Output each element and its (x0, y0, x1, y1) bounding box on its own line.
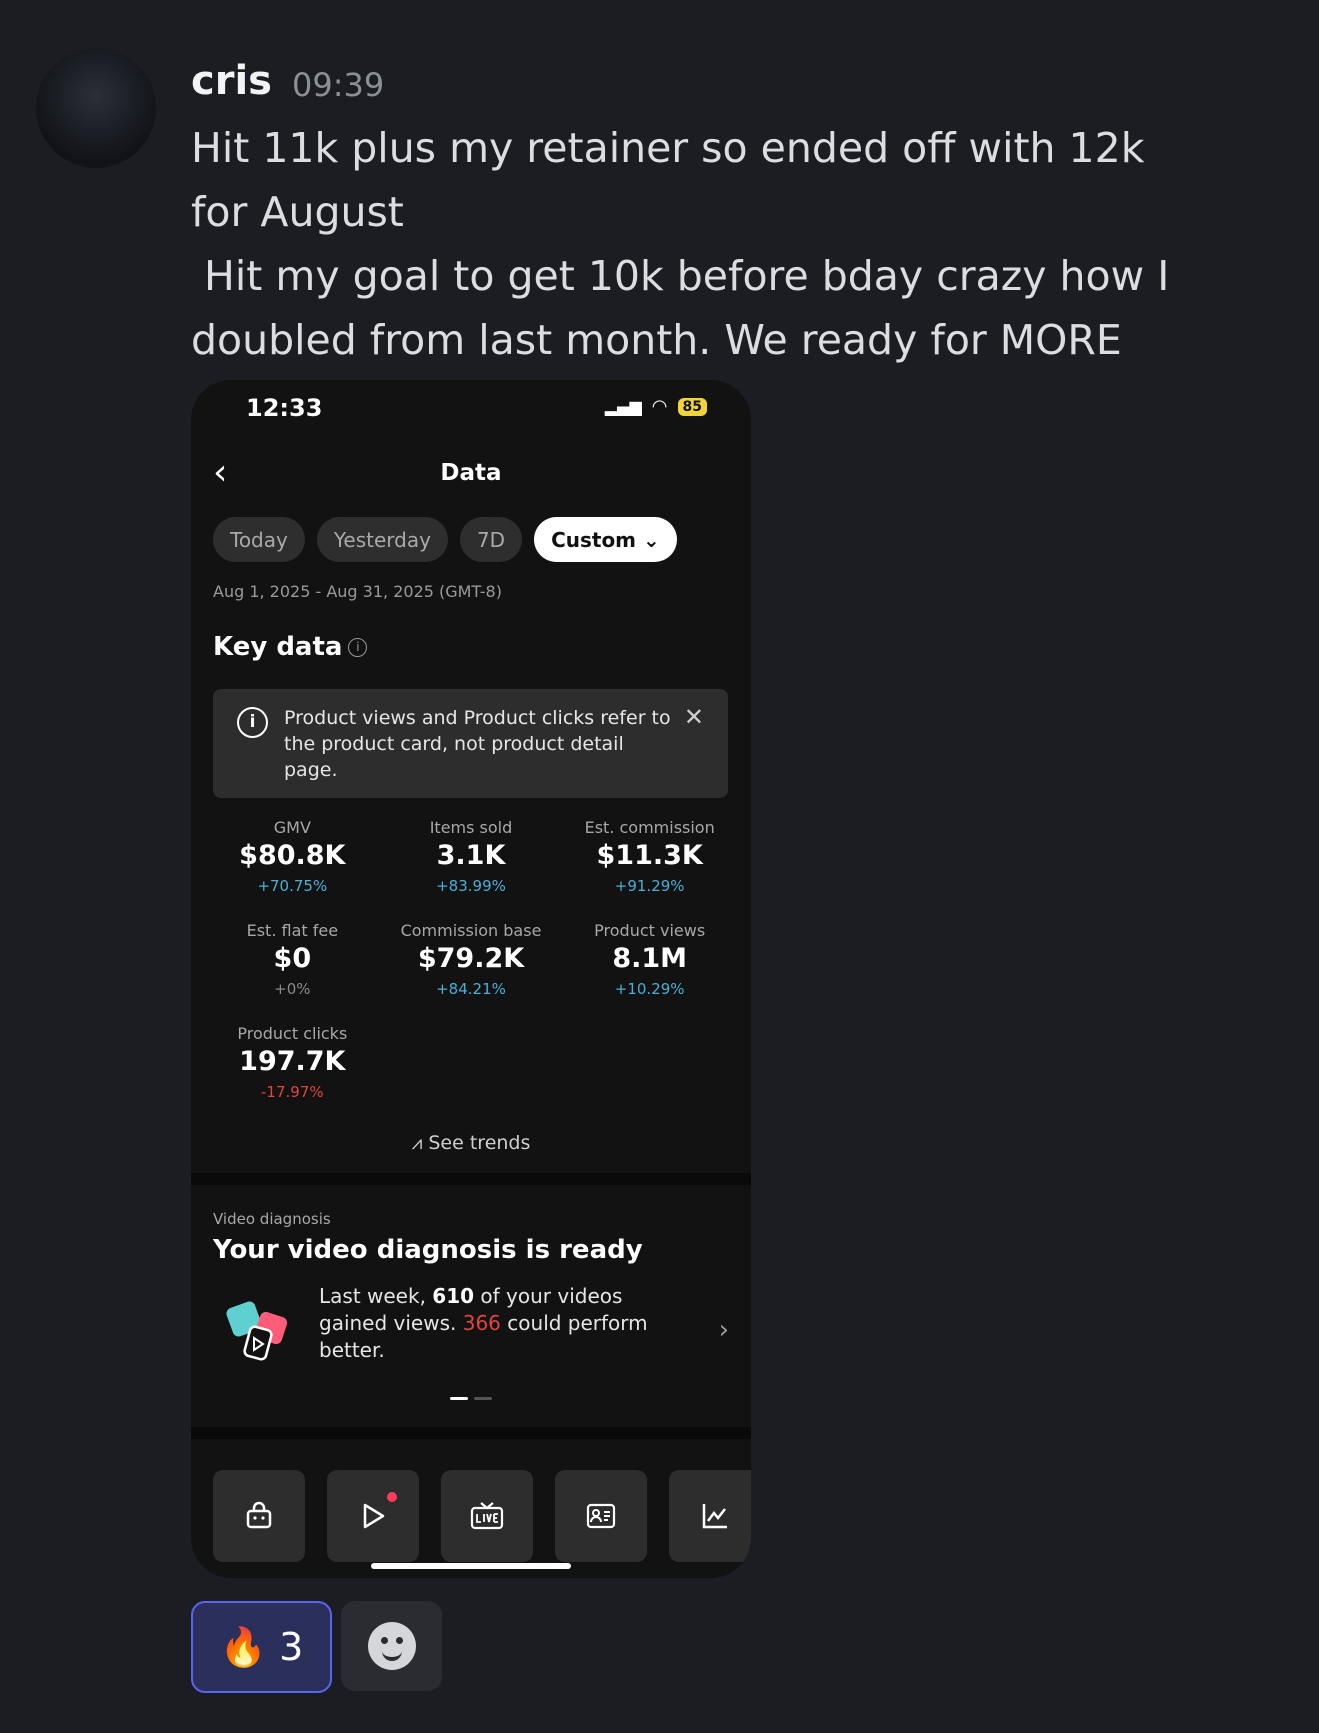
date-range: Aug 1, 2025 - Aug 31, 2025 (GMT-8) (213, 582, 502, 601)
metric-delta: +84.21% (436, 980, 506, 998)
metric-value: 8.1M (612, 943, 688, 974)
metric-label: Items sold (429, 818, 513, 837)
metric-value: $79.2K (417, 943, 525, 974)
key-data-heading: Key data i (213, 632, 368, 662)
line-chart-icon[interactable] (669, 1470, 751, 1562)
metric-label: Est. commission (584, 818, 715, 837)
metric-product-views[interactable]: Product views 8.1M +10.29% (560, 921, 739, 998)
close-icon[interactable]: ✕ (684, 703, 704, 731)
metric-gmv[interactable]: GMV $80.8K +70.75% (203, 818, 382, 895)
home-indicator (371, 1563, 571, 1569)
message-author[interactable]: cris (191, 58, 272, 104)
status-icons: ▂▄▆ ◠ 85 (605, 396, 707, 417)
live-tv-icon[interactable] (441, 1470, 533, 1562)
category-tiles (213, 1470, 751, 1562)
message-timestamp: 09:39 (292, 66, 385, 104)
screenshot-attachment[interactable]: 12:33 ▂▄▆ ◠ 85 ‹ Data Today Yesterday 7D… (191, 380, 751, 1578)
metric-value: $0 (273, 943, 312, 974)
metric-value: 197.7K (239, 1046, 346, 1077)
info-notice: i Product views and Product clicks refer… (213, 689, 728, 798)
metric-delta: +0% (274, 980, 311, 998)
metric-value: 3.1K (436, 840, 506, 871)
metric-delta: +70.75% (257, 877, 328, 895)
battery-icon: 85 (677, 397, 707, 416)
info-icon: i (237, 707, 268, 738)
video-diagnosis-illustration-icon (221, 1292, 301, 1372)
tab-custom[interactable]: Custom ⌄ (534, 517, 677, 562)
wifi-icon: ◠ (651, 396, 668, 417)
video-play-icon[interactable] (327, 1470, 419, 1562)
video-diagnosis-label: Video diagnosis (213, 1210, 331, 1228)
metric-delta: +83.99% (436, 877, 506, 895)
metric-delta: +10.29% (614, 980, 685, 998)
metric-est-commission[interactable]: Est. commission $11.3K +91.29% (560, 818, 739, 895)
metrics-grid: GMV $80.8K +70.75% Items sold 3.1K +83.9… (203, 818, 739, 1101)
see-trends-label: See trends (428, 1132, 531, 1154)
trend-chart-icon: ⩘ (411, 1132, 429, 1154)
section-divider (191, 1173, 751, 1185)
message-text: Hit 11k plus my retainer so ended off wi… (191, 124, 1170, 364)
video-diagnosis-title: Your video diagnosis is ready (213, 1235, 643, 1265)
videos-gained-count: 610 (432, 1284, 475, 1308)
key-data-title: Key data (213, 632, 343, 662)
tab-7d[interactable]: 7D (459, 517, 523, 562)
section-divider (191, 1427, 751, 1439)
metric-label: Est. flat fee (246, 921, 339, 940)
fire-icon: 🔥 (219, 1624, 268, 1669)
shopping-bag-icon[interactable] (213, 1470, 305, 1562)
metric-label: Commission base (400, 921, 542, 940)
chevron-right-icon[interactable]: › (719, 1315, 729, 1345)
metric-value: $11.3K (596, 840, 703, 871)
date-tabs: Today Yesterday 7D Custom ⌄ (213, 517, 677, 562)
page-title: Data (440, 460, 502, 486)
info-icon[interactable]: i (348, 638, 368, 657)
user-avatar[interactable] (36, 48, 156, 168)
signal-icon: ▂▄▆ (604, 397, 642, 416)
audience-card-icon[interactable] (555, 1470, 647, 1562)
carousel-dot (474, 1397, 492, 1400)
see-trends-link[interactable]: ⩘ See trends (191, 1132, 751, 1154)
metric-label: Product views (594, 921, 706, 940)
metric-delta: -17.97% (261, 1083, 324, 1101)
metric-est-flat-fee[interactable]: Est. flat fee $0 +0% (203, 921, 382, 998)
metric-label: GMV (273, 818, 311, 837)
video-diagnosis-text: Last week, 610 of your videos gained vie… (319, 1283, 689, 1364)
tab-today[interactable]: Today (213, 517, 305, 562)
metric-label: Product clicks (237, 1024, 348, 1043)
carousel-indicator (450, 1397, 492, 1400)
add-reaction-button[interactable] (341, 1601, 442, 1691)
metric-delta: +91.29% (614, 877, 685, 895)
metric-items-sold[interactable]: Items sold 3.1K +83.99% (382, 818, 561, 895)
fire-reaction-button[interactable]: 🔥 3 (191, 1601, 332, 1693)
videos-better-count: 366 (462, 1311, 501, 1335)
reaction-count: 3 (279, 1625, 304, 1669)
tab-yesterday[interactable]: Yesterday (316, 517, 448, 562)
metric-product-clicks[interactable]: Product clicks 197.7K -17.97% (203, 1024, 382, 1101)
smiley-icon (367, 1622, 416, 1670)
notice-text: Product views and Product clicks refer t… (284, 707, 671, 781)
metric-value: $80.8K (239, 840, 346, 871)
notification-dot (387, 1492, 397, 1502)
metric-commission-base[interactable]: Commission base $79.2K +84.21% (382, 921, 561, 998)
status-time: 12:33 (246, 394, 323, 422)
carousel-dot (450, 1397, 468, 1400)
vd-text-part: Last week, (319, 1284, 433, 1308)
